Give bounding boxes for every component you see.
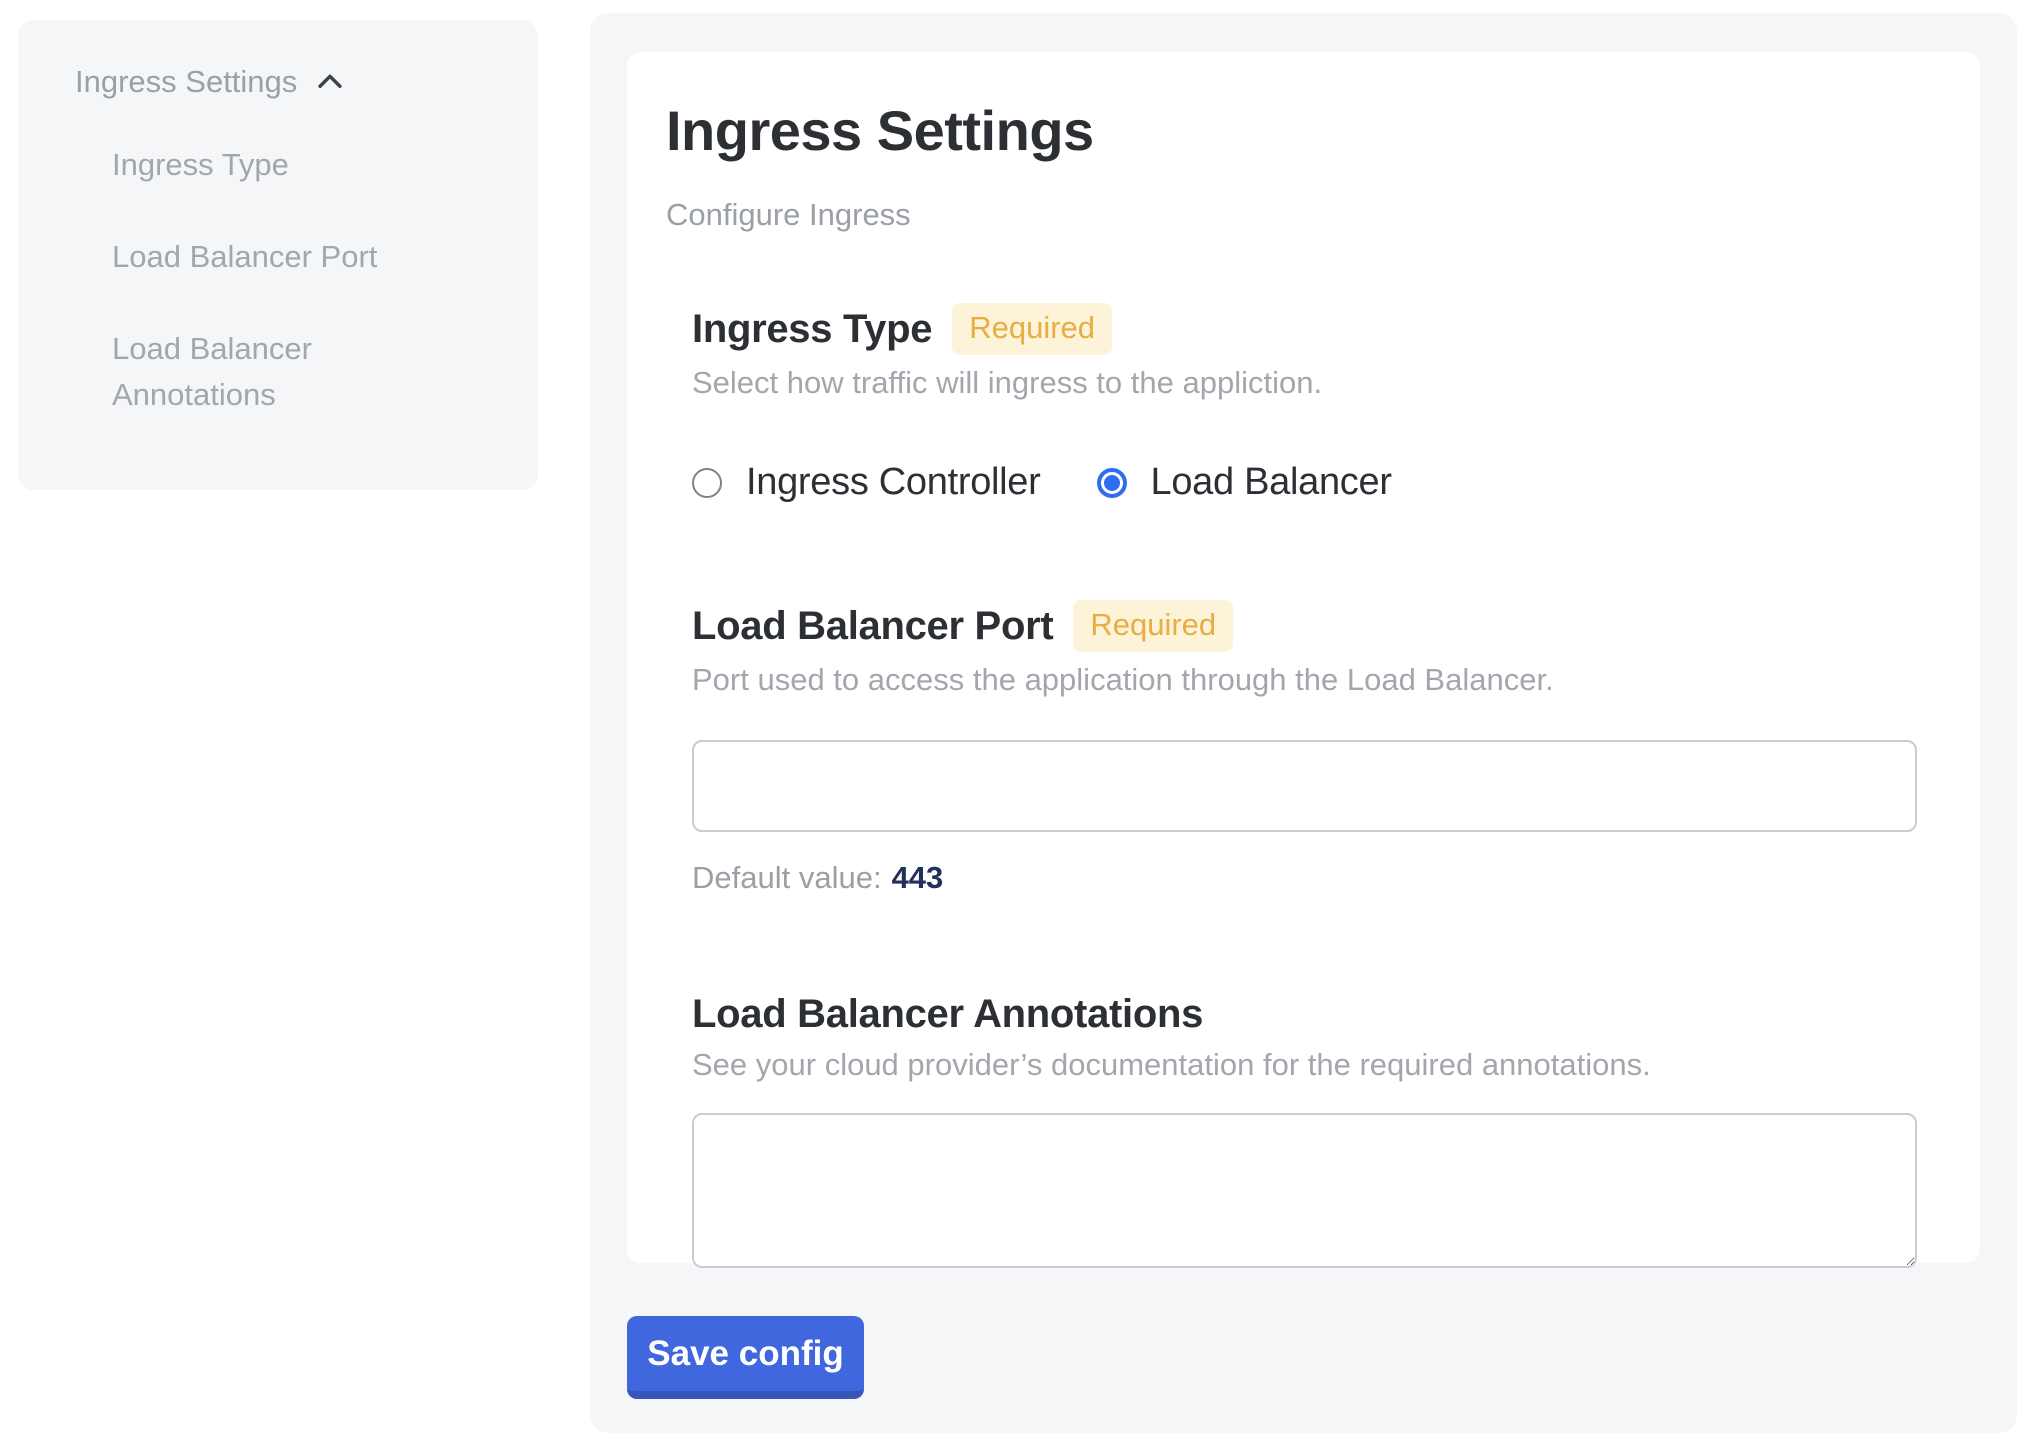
radio-selected-icon[interactable] bbox=[1097, 468, 1127, 498]
save-config-button[interactable]: Save config bbox=[627, 1316, 864, 1399]
default-value-line: Default value: 443 bbox=[692, 860, 1917, 896]
default-value-label: Default value: bbox=[692, 860, 882, 895]
sidebar-item-load-balancer-port[interactable]: Load Balancer Port bbox=[112, 234, 442, 280]
sidebar-item-load-balancer-annotations[interactable]: Load Balancer Annotations bbox=[112, 326, 442, 418]
required-badge: Required bbox=[952, 303, 1112, 355]
ingress-settings-card: Ingress Settings Configure Ingress Ingre… bbox=[627, 52, 1980, 1263]
ingress-settings-panel: Ingress Settings Configure Ingress Ingre… bbox=[590, 13, 2017, 1433]
radio-unselected-icon[interactable] bbox=[692, 468, 722, 498]
sidebar-item-ingress-type[interactable]: Ingress Type bbox=[112, 142, 442, 188]
page-title: Ingress Settings bbox=[666, 98, 1917, 163]
load-balancer-annotations-label: Load Balancer Annotations bbox=[692, 992, 1203, 1037]
chevron-up-icon[interactable] bbox=[313, 65, 347, 99]
load-balancer-port-label: Load Balancer Port bbox=[692, 604, 1053, 649]
section-load-balancer-port: Load Balancer Port Required Port used to… bbox=[692, 600, 1917, 896]
required-badge: Required bbox=[1073, 600, 1233, 652]
radio-option-load-balancer[interactable]: Load Balancer bbox=[1097, 461, 1392, 504]
default-value-number: 443 bbox=[892, 860, 944, 895]
load-balancer-annotations-textarea[interactable] bbox=[692, 1113, 1917, 1268]
section-ingress-type: Ingress Type Required Select how traffic… bbox=[692, 303, 1917, 504]
sidebar-item-list: Ingress Type Load Balancer Port Load Bal… bbox=[75, 142, 508, 418]
radio-label-load-balancer: Load Balancer bbox=[1151, 461, 1392, 504]
sidebar-group-ingress-settings[interactable]: Ingress Settings bbox=[75, 64, 508, 100]
load-balancer-port-description: Port used to access the application thro… bbox=[692, 662, 1917, 698]
sidebar-group-label: Ingress Settings bbox=[75, 64, 297, 100]
radio-option-ingress-controller[interactable]: Ingress Controller bbox=[692, 461, 1041, 504]
radio-label-ingress-controller: Ingress Controller bbox=[746, 461, 1041, 504]
load-balancer-annotations-description: See your cloud provider’s documentation … bbox=[692, 1047, 1917, 1083]
ingress-type-radio-group: Ingress Controller Load Balancer bbox=[692, 461, 1917, 504]
load-balancer-port-input[interactable] bbox=[692, 740, 1917, 832]
section-load-balancer-annotations: Load Balancer Annotations See your cloud… bbox=[692, 992, 1917, 1268]
settings-sidebar: Ingress Settings Ingress Type Load Balan… bbox=[18, 20, 538, 490]
ingress-type-description: Select how traffic will ingress to the a… bbox=[692, 365, 1917, 401]
page-subtitle: Configure Ingress bbox=[666, 197, 1917, 233]
ingress-type-label: Ingress Type bbox=[692, 307, 932, 352]
